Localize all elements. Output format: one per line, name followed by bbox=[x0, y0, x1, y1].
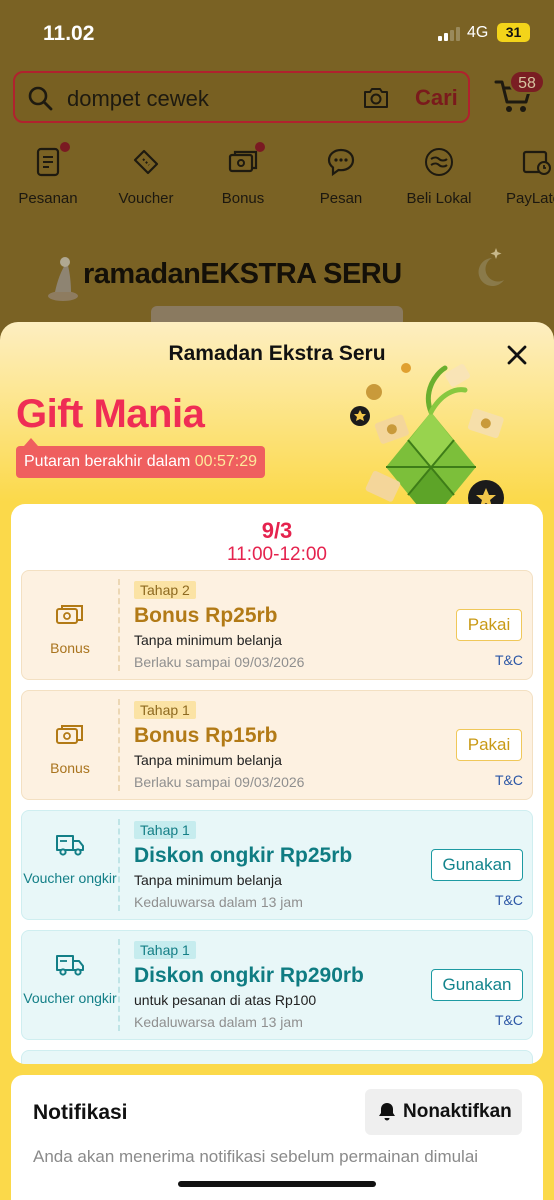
status-bar: 11.02 4G 31 bbox=[0, 0, 554, 62]
voucher-panel: 9/3 11:00-12:00 Bonus Tahap 2 Bonus Rp25… bbox=[11, 504, 543, 1064]
bonus-icon bbox=[227, 142, 265, 178]
voucher-validity: Berlaku sampai 09/03/2026 bbox=[134, 654, 305, 670]
voucher-type: Voucher ongkir bbox=[22, 931, 118, 1039]
voucher-type: Voucher ongkir bbox=[22, 811, 118, 919]
voucher-title: Diskon ongkir Rp290rb bbox=[134, 964, 364, 987]
search-bar[interactable]: dompet cewek Cari bbox=[13, 71, 470, 123]
disable-notification-label: Nonaktifkan bbox=[403, 1101, 512, 1122]
search-button[interactable]: Cari bbox=[415, 85, 458, 111]
voucher-title: Diskon ongkir Rp25rb bbox=[134, 844, 353, 867]
quick-item-pesanan[interactable]: Pesanan bbox=[3, 140, 93, 207]
use-voucher-button[interactable]: Gunakan bbox=[431, 969, 523, 1001]
signal-icon bbox=[438, 26, 462, 41]
crescent-moon-icon bbox=[478, 248, 504, 286]
voucher-card-partial bbox=[21, 1050, 533, 1064]
tnc-link[interactable]: T&C bbox=[495, 1012, 523, 1028]
countdown-label: Putaran berakhir dalam bbox=[24, 453, 191, 470]
voucher-subtitle: untuk pesanan di atas Rp100 bbox=[134, 992, 317, 1008]
voucher-card: Voucher ongkir Tahap 1 Diskon ongkir Rp2… bbox=[21, 930, 533, 1040]
voucher-title: Bonus Rp15rb bbox=[134, 724, 278, 747]
notification-title: Notifikasi bbox=[33, 1101, 128, 1124]
bonus-icon bbox=[56, 605, 83, 624]
disable-notification-button[interactable]: Nonaktifkan bbox=[365, 1089, 522, 1135]
bell-icon bbox=[379, 1103, 395, 1121]
quick-item-label: Beli Lokal bbox=[406, 190, 472, 207]
voucher-type: Bonus bbox=[22, 691, 118, 799]
paylater-icon bbox=[520, 146, 552, 178]
tnc-link[interactable]: T&C bbox=[495, 652, 523, 668]
voucher-type-label: Bonus bbox=[50, 760, 90, 776]
bonus-icon bbox=[56, 725, 83, 744]
quick-item-paylater[interactable]: PayLater bbox=[491, 140, 554, 207]
search-input[interactable]: dompet cewek bbox=[67, 86, 209, 112]
quick-item-label: Pesanan bbox=[18, 190, 78, 207]
voucher-validity: Kedaluwarsa dalam 13 jam bbox=[134, 894, 303, 910]
ketupat-illustration bbox=[350, 363, 504, 512]
voucher-subtitle: Tanpa minimum belanja bbox=[134, 752, 282, 768]
voucher-card: Bonus Tahap 2 Bonus Rp25rb Tanpa minimum… bbox=[21, 570, 533, 680]
tnc-link[interactable]: T&C bbox=[495, 772, 523, 788]
home-indicator[interactable] bbox=[178, 1181, 376, 1187]
voucher-type-label: Voucher ongkir bbox=[23, 870, 117, 886]
quick-item-pesan[interactable]: Pesan bbox=[296, 140, 386, 207]
voucher-card: Voucher ongkir Tahap 1 Diskon ongkir Rp2… bbox=[21, 810, 533, 920]
voucher-icon bbox=[130, 146, 162, 178]
voucher-subtitle: Tanpa minimum belanja bbox=[134, 872, 282, 888]
banner-title: ramadanEKSTRA SERU bbox=[83, 258, 402, 290]
voucher-validity: Berlaku sampai 09/03/2026 bbox=[134, 774, 305, 790]
quick-item-beli-lokal[interactable]: Beli Lokal bbox=[394, 140, 484, 207]
quick-item-label: Pesan bbox=[319, 190, 363, 207]
chat-icon bbox=[325, 146, 357, 178]
tier-badge: Tahap 1 bbox=[134, 941, 196, 959]
countdown-time: 00:57:29 bbox=[194, 453, 258, 470]
tnc-link[interactable]: T&C bbox=[495, 892, 523, 908]
truck-icon bbox=[56, 835, 84, 856]
truck-icon bbox=[56, 955, 84, 976]
round-time-range: 11:00-12:00 bbox=[226, 544, 327, 565]
quick-item-label: Bonus bbox=[221, 190, 265, 207]
lantern-icon bbox=[48, 257, 78, 301]
battery-icon: 31 bbox=[497, 23, 530, 42]
use-voucher-button[interactable]: Gunakan bbox=[431, 849, 523, 881]
tier-badge: Tahap 1 bbox=[134, 821, 196, 839]
use-voucher-button[interactable]: Pakai bbox=[456, 609, 522, 641]
round-date: 9/3 bbox=[261, 518, 293, 543]
use-voucher-button[interactable]: Pakai bbox=[456, 729, 522, 761]
quick-item-label: PayLater bbox=[505, 190, 554, 207]
search-icon bbox=[28, 86, 53, 111]
notification-description: Anda akan menerima notifikasi sebelum pe… bbox=[33, 1147, 479, 1166]
voucher-type-label: Voucher ongkir bbox=[23, 990, 117, 1006]
gift-mania-sheet: Ramadan Ekstra Seru Gift Mania Putaran b… bbox=[0, 322, 554, 1200]
beli-lokal-icon bbox=[423, 146, 455, 178]
quick-item-label: Voucher bbox=[118, 190, 174, 207]
voucher-type-label: Bonus bbox=[50, 640, 90, 656]
gift-mania-heading: Gift Mania bbox=[16, 392, 205, 436]
orders-icon bbox=[32, 142, 70, 178]
quick-item-bonus[interactable]: Bonus bbox=[198, 140, 288, 207]
voucher-title: Bonus Rp25rb bbox=[134, 604, 278, 627]
camera-icon[interactable] bbox=[362, 85, 390, 111]
countdown-badge: Putaran berakhir dalam 00:57:29 bbox=[16, 438, 266, 478]
voucher-type: Bonus bbox=[22, 571, 118, 679]
tier-badge: Tahap 2 bbox=[134, 581, 196, 599]
status-time: 11.02 bbox=[43, 22, 95, 45]
voucher-subtitle: Tanpa minimum belanja bbox=[134, 632, 282, 648]
cart-badge: 58 bbox=[509, 70, 545, 94]
voucher-card: Bonus Tahap 1 Bonus Rp15rb Tanpa minimum… bbox=[21, 690, 533, 800]
network-type: 4G bbox=[467, 24, 489, 41]
tier-badge: Tahap 1 bbox=[134, 701, 196, 719]
quick-menu: Pesanan Voucher Bonus Pesan Beli Lokal P… bbox=[0, 140, 554, 220]
quick-item-voucher[interactable]: Voucher bbox=[101, 140, 191, 207]
voucher-validity: Kedaluwarsa dalam 13 jam bbox=[134, 1014, 303, 1030]
